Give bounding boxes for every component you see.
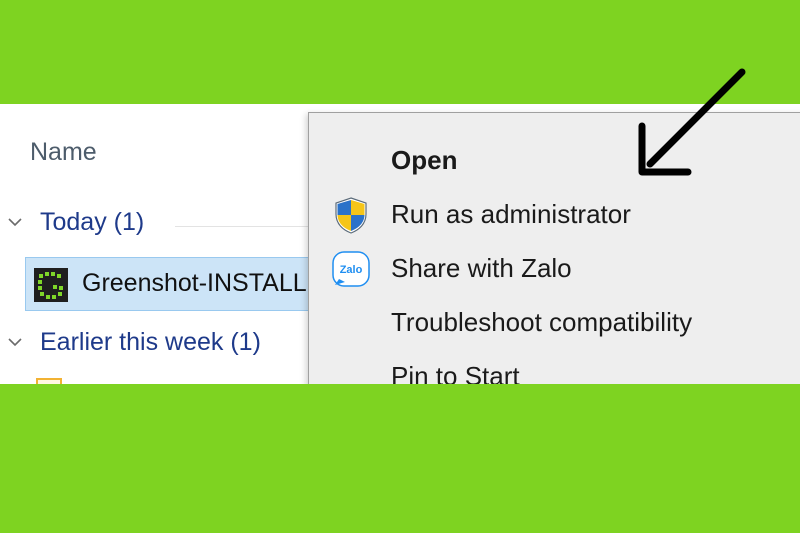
group-divider bbox=[175, 226, 315, 227]
menu-item-troubleshoot-compatibility[interactable]: Troubleshoot compatibility bbox=[309, 295, 800, 347]
zalo-icon: Zalo bbox=[332, 251, 370, 287]
menu-item-label: Share with Zalo bbox=[391, 253, 572, 283]
group-today[interactable]: Today (1) bbox=[0, 204, 320, 244]
annotation-arrow-icon bbox=[638, 68, 746, 176]
file-list: Name Today (1) Greenshot-INSTALLER Earli… bbox=[0, 104, 341, 384]
menu-item-pin-to-start[interactable]: Pin to Start bbox=[309, 349, 800, 384]
group-label: Earlier this week (1) bbox=[40, 328, 261, 356]
menu-item-label: Run as administrator bbox=[391, 199, 631, 229]
chevron-down-icon[interactable] bbox=[7, 334, 23, 350]
uac-shield-icon bbox=[335, 197, 367, 234]
group-label: Today (1) bbox=[40, 208, 145, 236]
menu-item-label: Pin to Start bbox=[391, 361, 520, 384]
file-name: Greenshot-INSTALLER bbox=[82, 269, 342, 297]
zalo-logo-text: Zalo bbox=[340, 264, 363, 276]
menu-item-run-as-administrator[interactable]: Run as administrator bbox=[309, 187, 800, 239]
menu-item-label: Open bbox=[391, 145, 458, 175]
menu-item-label: Troubleshoot compatibility bbox=[391, 307, 693, 337]
group-earlier-this-week[interactable]: Earlier this week (1) bbox=[0, 324, 320, 364]
green-background-bottom bbox=[0, 384, 800, 533]
chevron-down-icon[interactable] bbox=[7, 214, 23, 230]
column-header-name[interactable]: Name bbox=[30, 138, 97, 167]
greenshot-app-icon bbox=[34, 268, 68, 302]
menu-item-share-with-zalo[interactable]: Zalo Share with Zalo bbox=[309, 241, 800, 293]
file-row-selected[interactable]: Greenshot-INSTALLER bbox=[25, 257, 341, 311]
